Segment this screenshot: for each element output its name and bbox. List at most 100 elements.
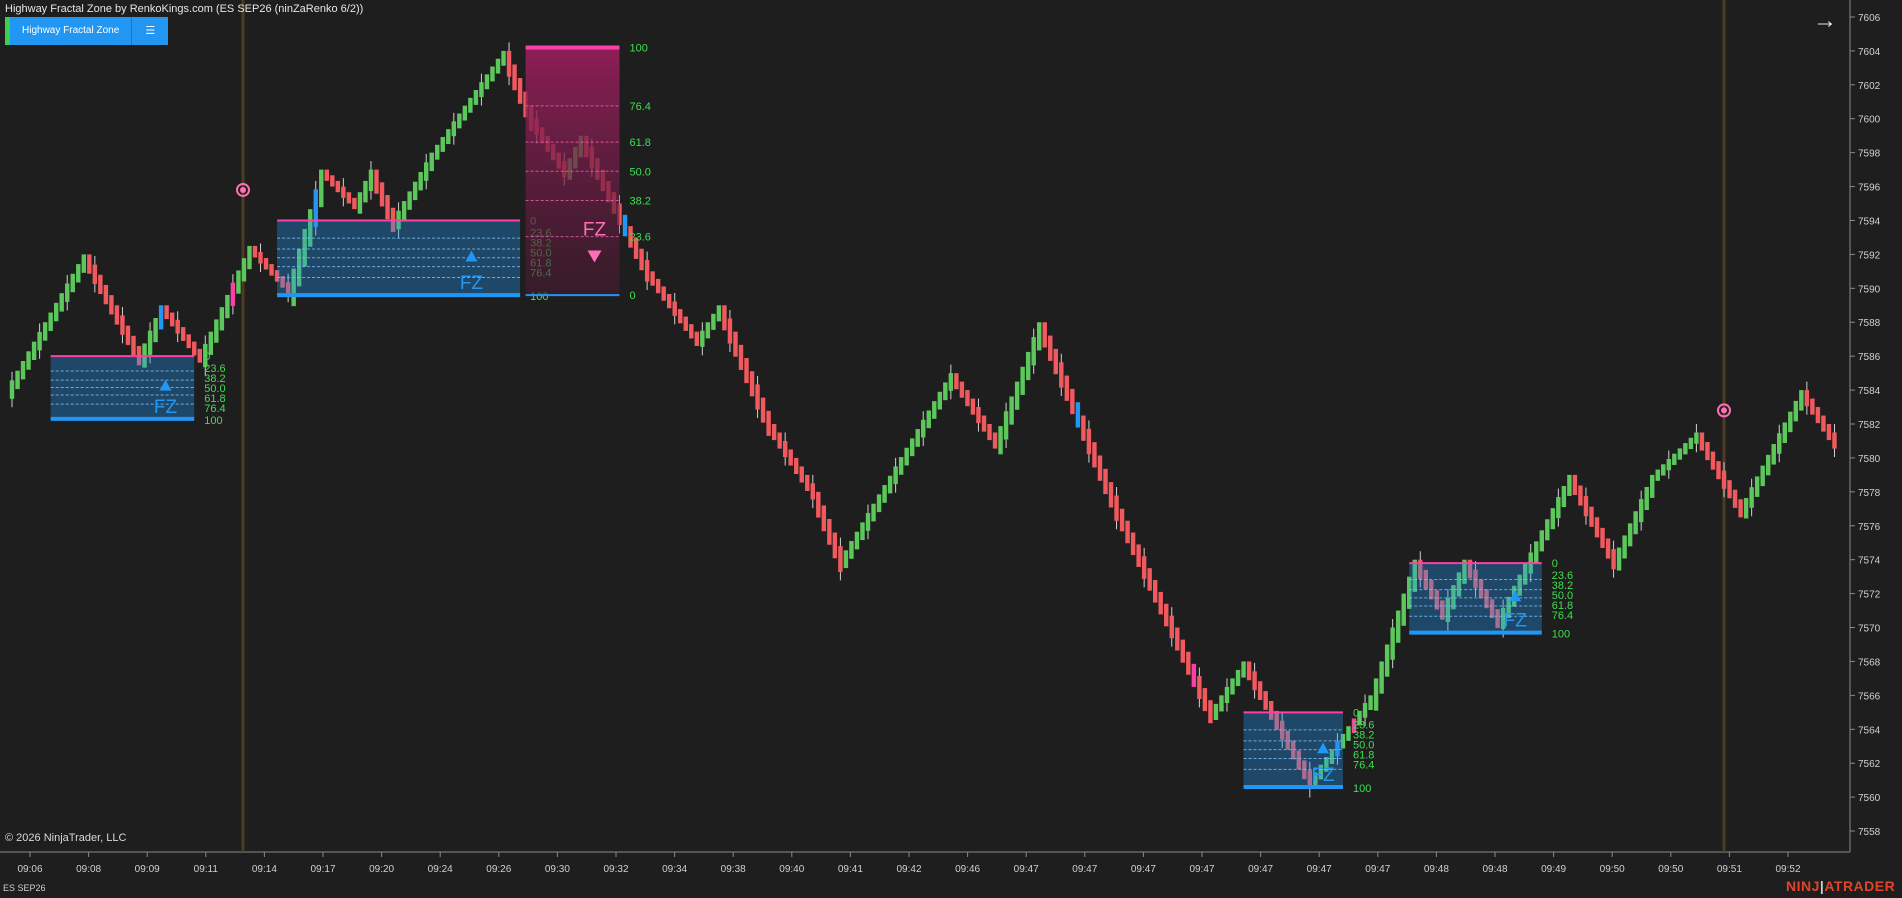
renko-bar	[1650, 474, 1655, 498]
renko-bar	[1545, 519, 1550, 541]
renko-bar	[755, 384, 760, 410]
renko-bar	[506, 50, 512, 77]
renko-bar	[1821, 415, 1826, 432]
renko-bar	[1661, 464, 1666, 476]
renko-bar	[346, 192, 352, 204]
x-tick-label: 09:50	[1600, 864, 1625, 875]
renko-bar	[948, 373, 954, 391]
renko-bar	[1749, 487, 1754, 508]
x-tick-label: 09:08	[76, 864, 101, 875]
renko-bar	[1169, 615, 1174, 639]
renko-bar	[1003, 411, 1009, 440]
renko-bar	[1732, 489, 1738, 508]
renko-bar	[20, 361, 26, 380]
renko-bar	[1175, 627, 1180, 651]
renko-bar	[468, 97, 473, 113]
x-tick-label: 09:40	[779, 864, 804, 875]
y-tick-label: 7584	[1858, 386, 1881, 397]
renko-bar	[374, 169, 379, 194]
renko-bar	[457, 113, 462, 129]
renko-bar	[1638, 499, 1644, 523]
renko-bar	[230, 282, 236, 306]
arrow-right-icon[interactable]: →	[1810, 6, 1840, 36]
renko-bar	[352, 197, 357, 210]
y-tick-label: 7566	[1858, 691, 1881, 702]
renko-bar	[1721, 470, 1727, 489]
renko-bar	[1810, 398, 1815, 415]
renko-bar	[1263, 691, 1268, 710]
renko-bar	[1777, 433, 1782, 454]
renko-bar	[258, 251, 263, 264]
renko-bar	[887, 475, 893, 494]
renko-bar	[158, 305, 164, 330]
renko-bar	[849, 541, 854, 559]
fib-level-label: 38.2	[629, 196, 650, 208]
renko-bar	[1136, 544, 1141, 567]
renko-bar	[1605, 538, 1611, 559]
renko-bar	[1379, 661, 1384, 694]
renko-bar	[716, 305, 722, 322]
renko-bar	[981, 415, 987, 432]
renko-bar	[666, 293, 672, 309]
renko-bar	[1075, 402, 1081, 428]
renko-bar	[1760, 465, 1765, 487]
renko-bar	[131, 335, 136, 356]
renko-bar	[1252, 671, 1257, 691]
zone-label: FZ	[460, 273, 484, 294]
x-tick-label: 09:14	[252, 864, 277, 875]
renko-bar	[70, 273, 75, 293]
y-tick-label: 7588	[1858, 318, 1881, 329]
renko-bar	[639, 248, 644, 271]
renko-bar	[965, 390, 970, 407]
renko-bar	[1257, 681, 1263, 701]
renko-bar	[827, 518, 832, 545]
renko-bar	[1699, 432, 1705, 451]
renko-bar	[180, 327, 186, 341]
indicator-button[interactable]: Highway Fractal Zone	[10, 17, 132, 45]
y-tick-label: 7580	[1858, 454, 1881, 465]
renko-bar	[175, 319, 180, 334]
renko-bar	[1191, 663, 1197, 687]
renko-bar	[401, 201, 407, 220]
renko-bar	[429, 152, 434, 172]
renko-bar	[53, 302, 59, 322]
renko-bar	[1208, 700, 1213, 724]
renko-bar	[1235, 669, 1241, 687]
y-tick-label: 7604	[1858, 47, 1881, 58]
renko-bar	[153, 318, 158, 343]
renko-bar	[998, 426, 1003, 455]
renko-bar	[898, 457, 904, 475]
renko-bar	[1688, 437, 1694, 450]
renko-bar	[1534, 541, 1539, 563]
x-tick-label: 09:34	[662, 864, 687, 875]
renko-bar	[622, 214, 628, 237]
renko-bar	[794, 457, 799, 475]
x-tick-label: 09:47	[1131, 864, 1156, 875]
fib-level-label: 76.4	[204, 403, 225, 415]
y-tick-label: 7600	[1858, 115, 1881, 126]
renko-bar	[517, 78, 523, 104]
renko-bar	[109, 295, 114, 315]
x-tick-label: 09:47	[1014, 864, 1039, 875]
renko-bar	[1152, 580, 1158, 603]
renko-bar	[1097, 455, 1103, 481]
renko-bar	[976, 407, 981, 424]
renko-bar	[926, 410, 931, 429]
renko-bar	[225, 294, 230, 319]
renko-bar	[1108, 482, 1114, 508]
renko-bar	[1716, 461, 1721, 480]
x-tick-label: 09:30	[545, 864, 570, 875]
renko-bar	[970, 398, 976, 415]
x-tick-label: 09:20	[369, 864, 394, 875]
renko-bar	[1583, 496, 1589, 517]
renko-bar	[330, 175, 335, 187]
y-tick-label: 7594	[1858, 216, 1881, 227]
renko-bar	[1633, 511, 1638, 535]
renko-bar	[1390, 627, 1395, 660]
renko-bar	[495, 58, 501, 74]
price-chart[interactable]: 7558 7560 7562 7564 7566 7568 7570 7572 7574 7576…	[0, 0, 1902, 898]
renko-bar	[1594, 517, 1600, 538]
hamburger-icon[interactable]: ☰	[131, 17, 169, 45]
x-tick-label: 09:17	[310, 864, 335, 875]
renko-bar	[479, 82, 484, 98]
